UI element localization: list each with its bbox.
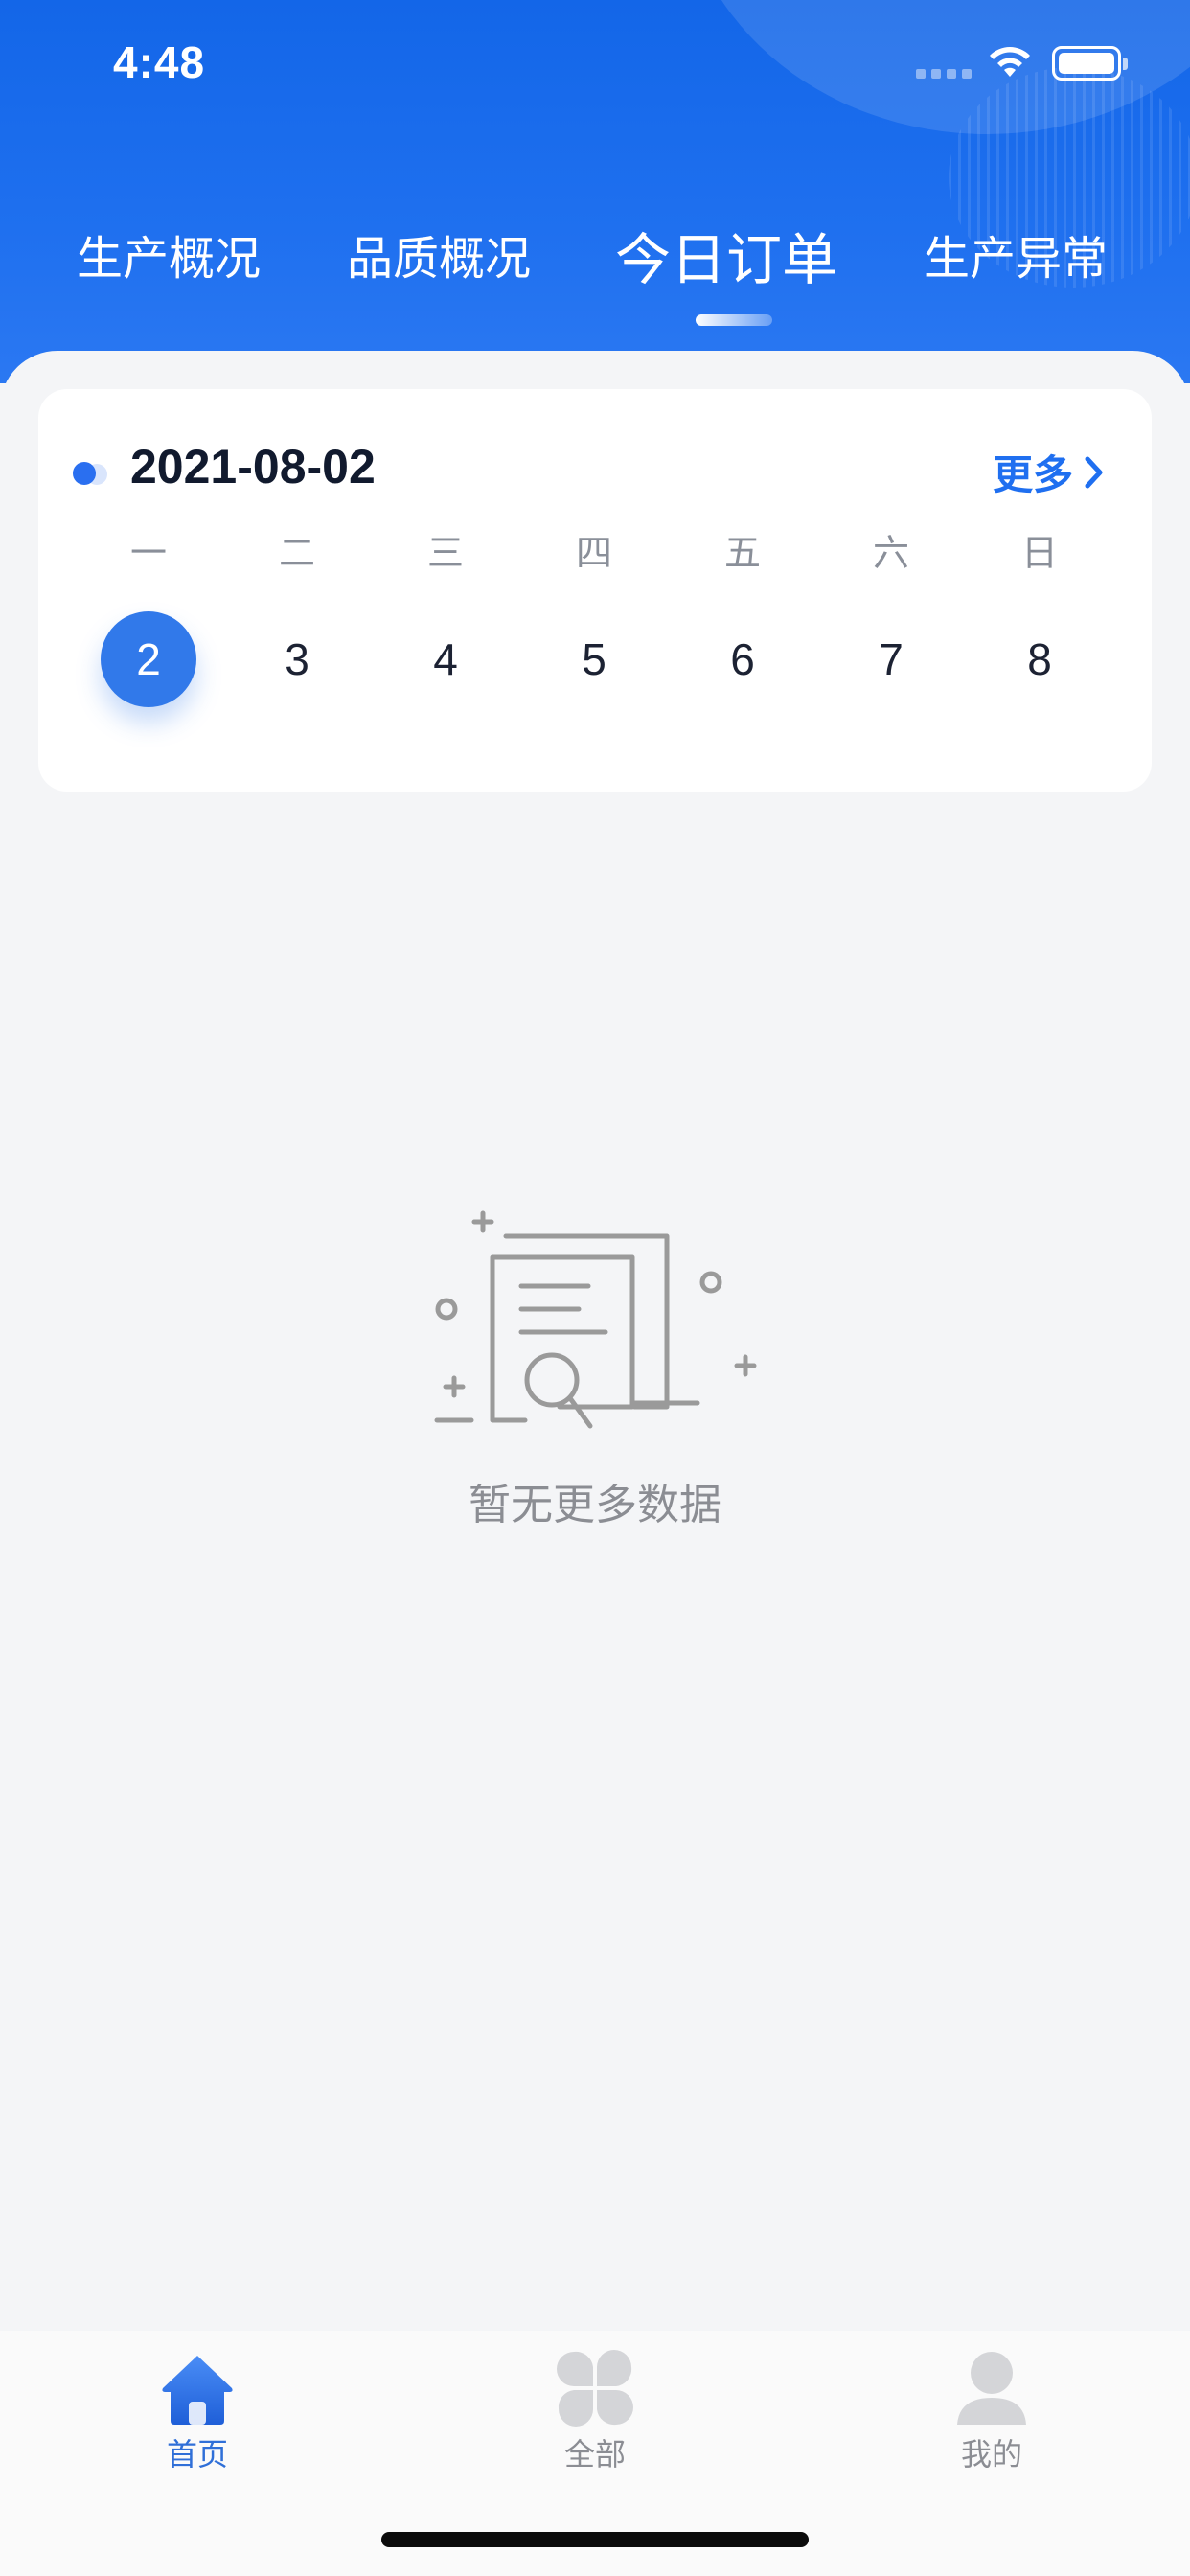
tab-today-orders[interactable]: 今日订单 — [615, 215, 837, 295]
nav-home-label: 首页 — [166, 2436, 228, 2472]
weekday-label: 六 — [872, 532, 909, 574]
tab-quality-overview[interactable]: 品质概况 — [347, 220, 531, 288]
day-cell[interactable]: 7 — [843, 611, 939, 707]
chevron-right-icon — [1085, 456, 1103, 488]
battery-icon — [1052, 46, 1121, 80]
weekday-label: 日 — [1020, 532, 1058, 574]
weekday-label: 一 — [129, 532, 167, 574]
date-card: 2021-08-02 更多 一 二 三 四 五 六 日 2 3 4 5 6 7 … — [38, 389, 1152, 792]
day-cell[interactable]: 5 — [546, 611, 642, 707]
tab-production-exceptions[interactable]: 生产异常 — [924, 220, 1108, 288]
wifi-icon — [990, 47, 1030, 77]
screen: 4:48 生产概况 品质概况 今日订单 生产异常 2021-08-02 更多 一… — [0, 0, 1190, 2576]
empty-state-text: 暂无更多数据 — [469, 1481, 721, 1530]
weekday-label: 二 — [278, 532, 315, 574]
weekday-label: 五 — [723, 532, 761, 574]
cellular-signal-icon — [916, 69, 972, 79]
weekday-header-row: 一 二 三 四 五 六 日 — [38, 523, 1152, 574]
nav-home[interactable]: 首页 — [121, 2348, 274, 2474]
document-search-icon — [434, 1210, 757, 1429]
tab-bar: 生产概况 品质概况 今日订单 生产异常 — [0, 220, 1190, 326]
day-cell[interactable]: 6 — [695, 611, 790, 707]
nav-all-label: 全部 — [563, 2436, 626, 2472]
grid-icon — [557, 2350, 633, 2426]
nav-mine-label: 我的 — [960, 2436, 1022, 2472]
home-icon — [162, 2356, 233, 2425]
day-cell[interactable]: 8 — [992, 611, 1087, 707]
more-label: 更多 — [993, 451, 1074, 498]
nav-all[interactable]: 全部 — [518, 2348, 672, 2474]
weekday-label: 三 — [426, 532, 464, 574]
user-icon — [957, 2352, 1026, 2425]
more-button[interactable]: 更多 — [993, 443, 1106, 501]
date-dot-icon — [73, 462, 115, 485]
active-tab-indicator — [696, 314, 772, 326]
day-row: 2 3 4 5 6 7 8 — [38, 611, 1152, 707]
header: 4:48 生产概况 品质概况 今日订单 生产异常 — [0, 0, 1190, 383]
tab-production-overview[interactable]: 生产概况 — [77, 220, 261, 288]
nav-mine[interactable]: 我的 — [915, 2348, 1068, 2474]
day-cell-selected[interactable]: 2 — [101, 611, 196, 707]
day-cell[interactable]: 3 — [249, 611, 345, 707]
battery-cap — [1123, 58, 1128, 70]
day-cell[interactable]: 4 — [398, 611, 493, 707]
status-time: 4:48 — [113, 37, 206, 87]
weekday-label: 四 — [575, 532, 612, 574]
current-date: 2021-08-02 — [130, 440, 376, 494]
home-indicator — [381, 2532, 809, 2547]
